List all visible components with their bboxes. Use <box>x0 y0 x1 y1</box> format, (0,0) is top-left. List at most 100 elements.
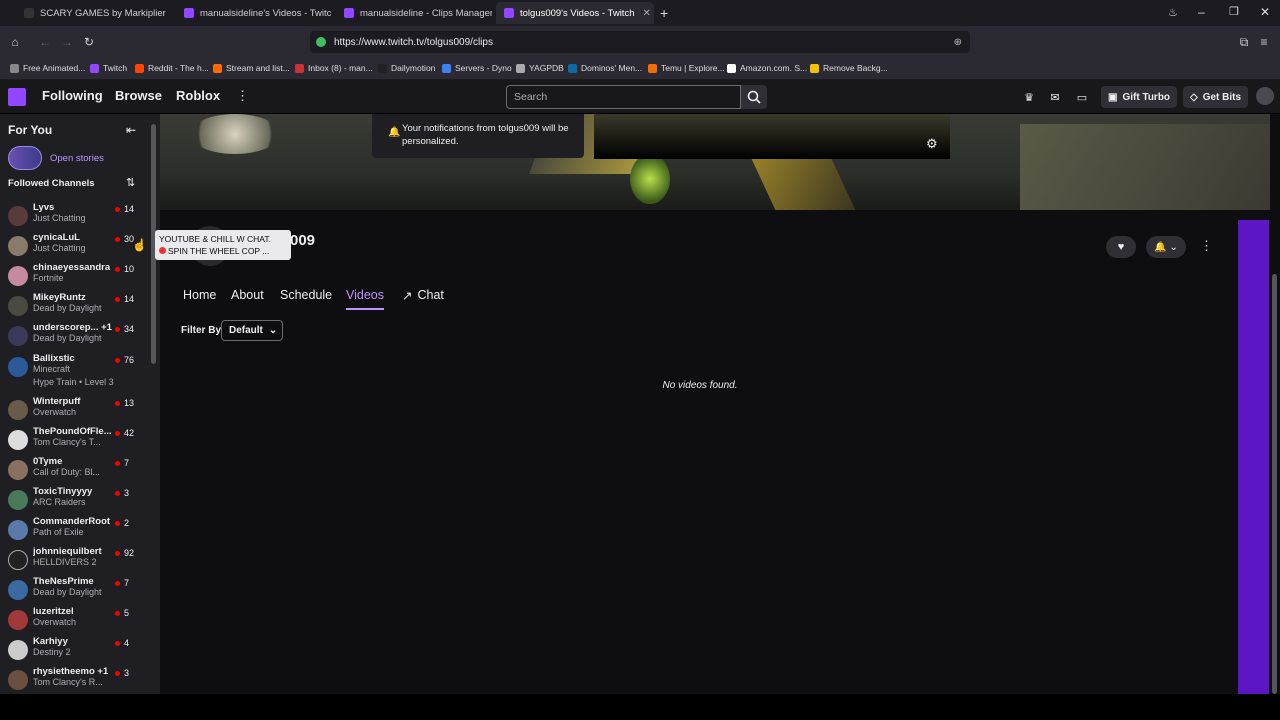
live-dot-icon <box>115 296 120 302</box>
sidebar-channel[interactable]: underscorep... +1 Dead by Daylight 34 <box>0 322 148 352</box>
tab-about[interactable]: About <box>231 288 264 302</box>
browser-tab-bar: SCARY GAMES by Markiplier - Dai manualsi… <box>0 0 1280 26</box>
tooltip-line: SPIN THE WHEEL COP ... <box>168 246 270 256</box>
bookmark-star-icon[interactable]: ⊕ <box>954 37 962 48</box>
browser-tab-1[interactable]: SCARY GAMES by Markiplier - Dai <box>16 2 168 24</box>
back-icon[interactable]: ← <box>36 33 54 51</box>
forward-icon[interactable]: → <box>58 33 76 51</box>
filter-value: Default <box>229 325 263 336</box>
sidebar-scrollbar[interactable] <box>151 124 156 684</box>
new-tab-icon[interactable]: + <box>660 5 668 21</box>
bookmark-item[interactable]: Stream and list... <box>213 63 290 73</box>
for-you-heading: For You <box>8 123 53 137</box>
sidebar-channel[interactable]: CommanderRoot Path of Exile 2 <box>0 516 148 546</box>
collections-icon[interactable]: ⧉ <box>1235 33 1253 51</box>
url-field[interactable]: https://www.twitch.tv/tolgus009/clips ⊕ <box>310 31 970 53</box>
sort-icon[interactable]: ⇅ <box>126 176 135 189</box>
menu-icon[interactable]: ≡ <box>1255 33 1273 51</box>
sidebar-channel[interactable]: ToxicTinyyyy ARC Raiders 3 <box>0 486 148 516</box>
home-icon[interactable]: ⌂ <box>6 33 24 51</box>
sidebar-channel[interactable]: johnniequilbert HELLDIVERS 2 92 <box>0 546 148 576</box>
sidebar-channel[interactable]: chinaeyessandra Fortnite 10 <box>0 262 148 292</box>
reload-icon[interactable]: ↻ <box>80 33 98 51</box>
nav-browse[interactable]: Browse <box>115 88 162 103</box>
sidebar-channel[interactable]: cynicaLuL Just Chatting 30 <box>0 232 148 262</box>
bookmark-item[interactable]: Inbox (8) - man... <box>295 63 373 73</box>
tab-videos[interactable]: Videos <box>346 288 384 302</box>
search-input[interactable]: Search <box>506 85 741 109</box>
twitch-logo-icon[interactable] <box>8 88 26 106</box>
nav-following[interactable]: Following <box>42 88 103 103</box>
twitch-favicon-icon <box>504 8 514 18</box>
live-dot-icon <box>115 430 120 436</box>
close-tab-icon[interactable]: ✕ <box>634 8 650 19</box>
open-stories-link[interactable]: Open stories <box>50 153 104 164</box>
chevron-down-icon: ⌄ <box>1169 241 1178 253</box>
bookmark-item[interactable]: Twitch <box>90 63 127 73</box>
collapse-sidebar-icon[interactable]: ⇤ <box>126 123 136 137</box>
restore-icon[interactable]: ❐ <box>1229 5 1239 18</box>
nav-roblox[interactable]: Roblox <box>176 88 220 103</box>
flame-icon[interactable]: ♨ <box>1168 6 1178 19</box>
live-dot-icon <box>115 580 120 586</box>
avatar <box>8 580 28 600</box>
bookmark-item[interactable]: Servers - Dyno <box>442 63 512 73</box>
filter-label: Filter By <box>181 325 222 336</box>
banner-settings-gear-icon[interactable]: ⚙ <box>926 136 938 152</box>
more-options-icon[interactable]: ⋮ <box>1200 238 1213 254</box>
sidebar-channel[interactable]: MikeyRuntz Dead by Daylight 14 <box>0 292 148 322</box>
browser-tab-3[interactable]: manualsideline - Clips Manager - <box>336 2 492 24</box>
search-button[interactable] <box>741 85 767 109</box>
avatar <box>8 296 28 316</box>
prime-crown-icon[interactable]: ♛ <box>1021 89 1037 105</box>
notifications-button[interactable]: 🔔 ⌄ <box>1146 236 1186 258</box>
secure-lock-icon <box>316 37 326 47</box>
bits-icon: ◇ <box>1190 91 1198 103</box>
browser-tab-2[interactable]: manualsideline's Videos - Twitch <box>176 2 332 24</box>
bell-icon: 🔔 <box>1154 241 1167 253</box>
tab-chat[interactable]: ↗ Chat <box>402 288 444 303</box>
user-avatar[interactable] <box>1256 87 1274 105</box>
bookmark-item[interactable]: Amazon.com. S... <box>727 63 807 73</box>
bookmark-item[interactable]: Reddit - The h... <box>135 63 209 73</box>
minimize-icon[interactable]: – <box>1198 5 1205 19</box>
bottom-strip <box>0 694 1280 720</box>
sidebar-channel[interactable]: Lyvs Just Chatting 14 <box>0 202 148 232</box>
live-dot-icon <box>115 460 120 466</box>
mouse-cursor-icon: ☝ <box>132 238 147 252</box>
bookmark-item[interactable]: Dominos' Men... <box>568 63 642 73</box>
active-tab-underline <box>346 308 384 310</box>
sidebar-channel[interactable]: luzeritzel Overwatch 5 <box>0 606 148 636</box>
bookmark-item[interactable]: Remove Backg... <box>810 63 888 73</box>
live-dot-icon <box>115 520 120 526</box>
main-scrollbar[interactable] <box>1272 274 1277 694</box>
bookmark-item[interactable]: Free Animated... <box>10 63 85 73</box>
tab-label: manualsideline - Clips Manager - <box>360 7 492 19</box>
get-bits-label: Get Bits <box>1202 91 1242 103</box>
follow-heart-button[interactable]: ♥ <box>1106 236 1136 258</box>
live-dot-icon <box>115 206 120 212</box>
avatar <box>8 206 28 226</box>
close-window-icon[interactable]: ✕ <box>1260 5 1270 19</box>
more-vertical-icon[interactable]: ⋮ <box>236 88 249 104</box>
tab-schedule[interactable]: Schedule <box>280 288 332 302</box>
sidebar-channel[interactable]: ThePoundOfFle... Tom Clancy's T... 42 <box>0 426 148 456</box>
channel-name: 009 <box>290 232 316 249</box>
sidebar-channel[interactable]: TheNesPrime Dead by Daylight 7 <box>0 576 148 606</box>
browser-tab-active[interactable]: tolgus009's Videos - Twitch ✕ <box>496 2 654 24</box>
sidebar-channel[interactable]: Winterpuff Overwatch 13 <box>0 396 148 426</box>
sidebar-channel[interactable]: 0Tyme Call of Duty: Bl... 7 <box>0 456 148 486</box>
sidebar-channel[interactable]: Karhiyy Destiny 24 <box>0 636 148 666</box>
gift-turbo-button[interactable]: ▣ Gift Turbo <box>1101 86 1178 108</box>
filter-select[interactable]: Default ⌄ <box>221 320 283 341</box>
bookmark-item[interactable]: Temu | Explore... <box>648 63 725 73</box>
whispers-icon[interactable]: ▭ <box>1074 89 1090 105</box>
bookmark-item[interactable]: Dailymotion <box>378 63 435 73</box>
bookmark-item[interactable]: YAGPDB <box>516 63 564 73</box>
get-bits-button[interactable]: ◇ Get Bits <box>1183 86 1249 108</box>
stories-avatar[interactable] <box>8 146 42 170</box>
inbox-icon[interactable]: ✉ <box>1047 89 1063 105</box>
sidebar-channel[interactable]: rhysietheemo +1 Tom Clancy's R... 3 <box>0 666 148 694</box>
tab-home[interactable]: Home <box>183 288 216 302</box>
sidebar-channel[interactable]: Ballixstic Minecraft 76 Hype Train • Level … <box>0 353 148 393</box>
